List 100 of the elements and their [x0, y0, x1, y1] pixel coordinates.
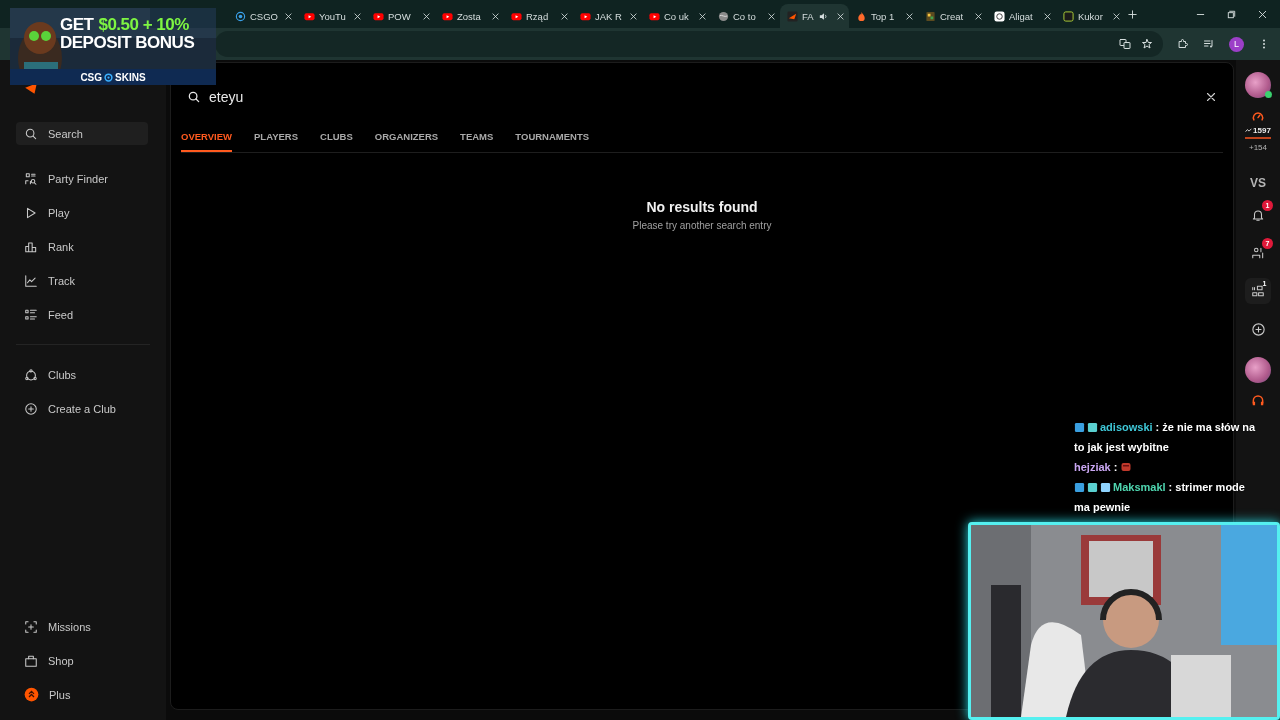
sidebar-item[interactable]: Track [16, 269, 148, 292]
play-icon [24, 205, 38, 220]
media-button[interactable] [1203, 38, 1215, 50]
browser-tab[interactable]: Top 1 [849, 4, 918, 28]
sidebar-item[interactable]: Feed [16, 303, 148, 326]
empty-hint: Please try another search entry [632, 220, 772, 231]
browser-tab[interactable]: YouTu [297, 4, 366, 28]
tab-close-button[interactable] [284, 11, 293, 21]
sidebar-item[interactable]: Party Finder [16, 167, 148, 190]
bell-icon [1251, 208, 1265, 222]
avatar[interactable] [1245, 357, 1271, 383]
close-icon [422, 11, 431, 21]
sidebar-item[interactable]: Missions [16, 615, 148, 638]
add-circle-icon [24, 401, 38, 416]
sidebar-item[interactable]: Clubs [16, 363, 148, 386]
online-dot [1265, 91, 1272, 98]
close-icon [1257, 8, 1268, 20]
close-button[interactable] [1257, 8, 1268, 20]
close-icon [353, 11, 362, 21]
browser-tab[interactable]: Aligat [987, 4, 1056, 28]
close-icon [905, 11, 914, 21]
feed-icon [24, 307, 38, 322]
profile-button[interactable]: L [1229, 36, 1244, 52]
chat-badge-icon [1074, 482, 1085, 493]
browser-tab[interactable]: Creat [918, 4, 987, 28]
browser-tab[interactable]: Rząd [504, 4, 573, 28]
chat-username: Maksmakl [1113, 481, 1166, 493]
tab-close-button[interactable] [767, 11, 776, 21]
tab-close-button[interactable] [1043, 11, 1052, 21]
tab-title: POW [388, 10, 411, 22]
tab-close-button[interactable] [1112, 11, 1121, 21]
tab-close-button[interactable] [905, 11, 914, 21]
tab-title: Kukor [1078, 10, 1103, 22]
tab-title: Zosta [457, 10, 481, 22]
shopping-bag-icon [24, 653, 38, 668]
search-tab[interactable]: TEAMS [460, 131, 494, 152]
chat-badge-icon [1087, 482, 1098, 493]
sidebar-item[interactable]: Play [16, 201, 148, 224]
browser-tab[interactable]: Zosta [435, 4, 504, 28]
tab-close-button[interactable] [422, 11, 431, 21]
globe-icon [718, 10, 729, 22]
translate-button[interactable] [1119, 38, 1131, 50]
avatar[interactable] [1245, 72, 1271, 98]
browser-tab[interactable]: CSGO [228, 4, 297, 28]
chat-badge-icon [1100, 482, 1111, 493]
tab-close-button[interactable] [560, 11, 569, 21]
square-icon [1063, 10, 1074, 22]
bookmark-button[interactable] [1141, 38, 1153, 50]
chat-separator: : [1113, 461, 1118, 473]
tab-close-button[interactable] [698, 11, 707, 21]
browser-tab[interactable]: Kukor [1056, 4, 1125, 28]
chat-username: hejziak [1074, 461, 1111, 473]
tab-close-button[interactable] [836, 11, 845, 21]
close-button[interactable] [1205, 91, 1217, 103]
search-tab[interactable]: CLUBS [320, 131, 353, 152]
tab-title: JAK R [595, 10, 622, 22]
sidebar-item[interactable]: Rank [16, 235, 148, 258]
video-play-icon [580, 10, 591, 22]
search-tab[interactable]: OVERVIEW [181, 131, 233, 152]
sidebar-item[interactable]: Create a Club [16, 397, 148, 420]
search-tab[interactable]: PLAYERS [254, 131, 299, 152]
browser-tab[interactable]: POW [366, 4, 435, 28]
tab-close-button[interactable] [353, 11, 362, 21]
sidebar-item[interactable]: Plus [16, 683, 148, 706]
document-icon [925, 10, 936, 22]
elo-change: +154 [1249, 143, 1267, 152]
tab-close-button[interactable] [629, 11, 638, 21]
extensions-button[interactable] [1177, 38, 1189, 50]
tab-title: Creat [940, 10, 964, 22]
browser-tab[interactable]: Co uk [642, 4, 711, 28]
tab-close-button[interactable] [491, 11, 500, 21]
new-tab-button[interactable] [1127, 8, 1138, 20]
ring-icon [104, 72, 114, 82]
tab-close-button[interactable] [974, 11, 983, 21]
browser-tab[interactable]: FA [780, 4, 849, 28]
party-finder-icon [24, 171, 38, 186]
search-tab[interactable]: ORGANIZERS [374, 131, 439, 152]
advert-banner[interactable]: GET $0.50 + 10% DEPOSIT BONUS CSG SKINS [10, 8, 216, 85]
sidebar-item[interactable]: Shop [16, 649, 148, 672]
video-play-icon [649, 10, 660, 22]
close-icon [974, 11, 983, 21]
headphones-icon [1251, 393, 1265, 407]
plus-badge-icon [24, 687, 39, 702]
search-field[interactable]: eteyu [209, 89, 1197, 105]
flame-icon [856, 10, 867, 22]
close-icon [284, 11, 293, 21]
versus-button[interactable]: VS [1250, 176, 1266, 190]
tab-title: Co to [733, 10, 756, 22]
ad-headline: GET [60, 16, 94, 34]
star-icon [1141, 38, 1153, 50]
browser-tab[interactable]: JAK R [573, 4, 642, 28]
browser-tab[interactable]: Co to [711, 4, 780, 28]
search-tab[interactable]: TOURNAMENTS [515, 131, 590, 152]
restore-button[interactable] [1226, 8, 1237, 20]
add-circle-icon [1250, 322, 1266, 337]
search-icon [187, 90, 201, 104]
sidebar-item[interactable]: Search [16, 122, 148, 145]
close-icon [491, 11, 500, 21]
line-chart-icon [24, 273, 38, 288]
flag-icon [787, 10, 798, 22]
